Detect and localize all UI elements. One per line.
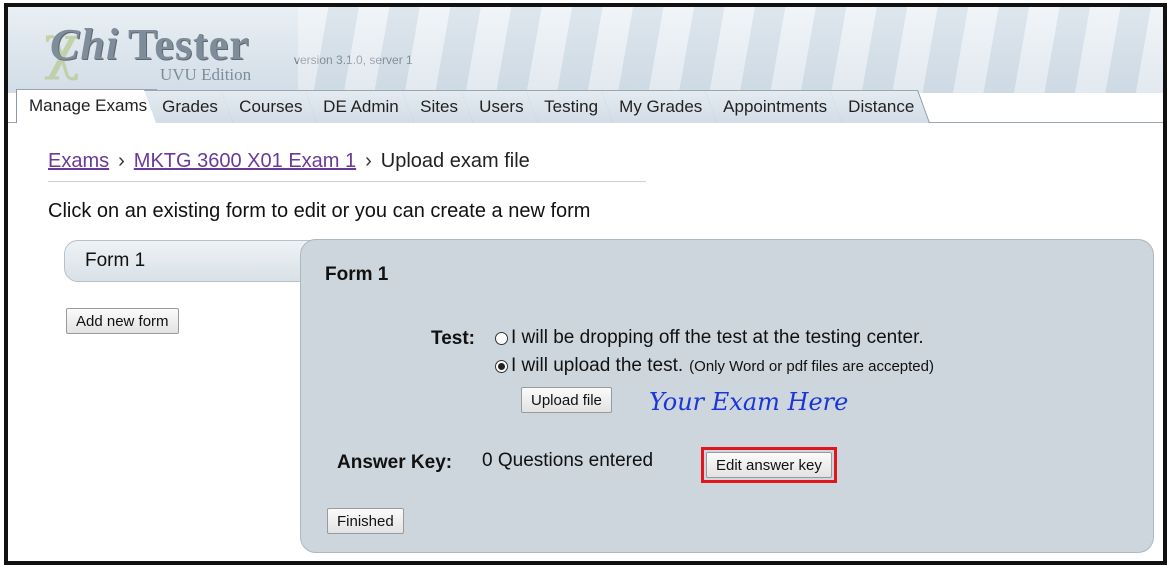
tab-courses[interactable]: Courses: [220, 90, 319, 123]
edition-text: UVU Edition: [160, 65, 252, 84]
panel-title: Form 1: [325, 264, 389, 285]
tab-testing[interactable]: Testing: [525, 90, 614, 123]
logo-tester: Tester: [128, 20, 250, 69]
answer-key-count: 0 Questions entered: [482, 450, 654, 471]
breadcrumb-separator: ›: [118, 149, 125, 172]
your-exam-here-annotation: Your Exam Here: [649, 388, 849, 416]
upload-file-button[interactable]: Upload file: [521, 387, 612, 413]
header: χ Chi Tester version 3.1.0, server 1 UVU…: [8, 7, 1163, 93]
breadcrumb-separator: ›: [365, 149, 372, 172]
main-tabs: Manage Exams Grades Courses DE Admin Sit…: [16, 89, 1163, 123]
instructions-text: Click on an existing form to edit or you…: [48, 200, 591, 222]
breadcrumb-exam-link[interactable]: MKTG 3600 X01 Exam 1: [134, 150, 356, 173]
form-panel: Form 1 Test: I will be dropping off the …: [300, 239, 1154, 553]
breadcrumb-exams-link[interactable]: Exams: [48, 150, 109, 173]
add-new-form-button[interactable]: Add new form: [66, 308, 179, 334]
upload-file-types-note: (Only Word or pdf files are accepted): [689, 357, 934, 375]
test-label: Test:: [431, 328, 475, 349]
finished-button[interactable]: Finished: [327, 508, 404, 534]
radio-dropoff[interactable]: [495, 331, 508, 345]
form-tab-form-1[interactable]: Form 1: [64, 240, 324, 282]
answer-key-label: Answer Key:: [337, 452, 453, 473]
tab-my-grades[interactable]: My Grades: [600, 90, 718, 123]
logo-chi: Chi: [50, 20, 120, 69]
version-text: version 3.1.0, server 1: [294, 53, 413, 67]
tab-de-admin[interactable]: DE Admin: [305, 90, 415, 123]
breadcrumb: Exams › MKTG 3600 X01 Exam 1 › Upload ex…: [48, 141, 646, 182]
radio-upload-row[interactable]: I will upload the test. (Only Word or pd…: [495, 355, 934, 377]
edit-answer-key-highlight: Edit answer key: [701, 447, 837, 483]
radio-upload-label: I will upload the test.: [511, 355, 684, 376]
edit-answer-key-button[interactable]: Edit answer key: [706, 452, 832, 478]
radio-dropoff-label: I will be dropping off the test at the t…: [511, 327, 924, 348]
radio-upload[interactable]: [495, 359, 508, 373]
tab-manage-exams[interactable]: Manage Exams: [16, 89, 158, 123]
tab-appointments[interactable]: Appointments: [704, 90, 843, 123]
radio-dropoff-row[interactable]: I will be dropping off the test at the t…: [495, 327, 924, 349]
app-window: χ Chi Tester version 3.1.0, server 1 UVU…: [4, 3, 1167, 565]
breadcrumb-current: Upload exam file: [380, 149, 530, 172]
tab-grades[interactable]: Grades: [144, 90, 234, 123]
tab-distance[interactable]: Distance: [829, 90, 931, 123]
